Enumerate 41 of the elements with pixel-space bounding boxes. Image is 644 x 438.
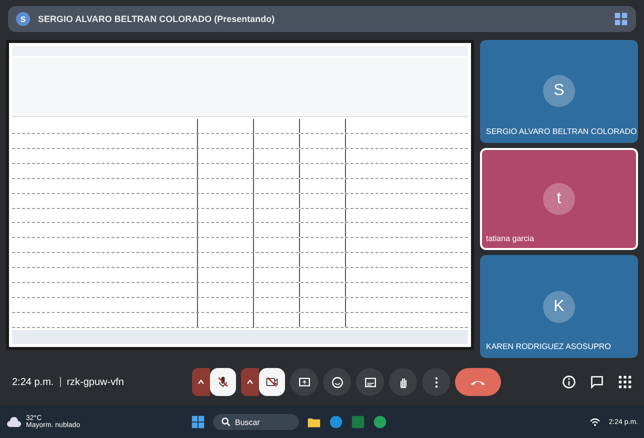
browser-icon[interactable] bbox=[329, 415, 343, 429]
participant-tile[interactable]: t tatiana garcia bbox=[480, 148, 638, 250]
taskbar-search-field[interactable]: Buscar bbox=[213, 414, 299, 430]
present-screen-icon bbox=[298, 376, 310, 388]
options-button[interactable] bbox=[241, 368, 259, 396]
participant-avatar: K bbox=[543, 290, 575, 323]
options-button[interactable] bbox=[192, 368, 210, 396]
presenter-title: SERGIO ALVARO BELTRAN COLORADO (Presentando) bbox=[38, 14, 276, 24]
wifi-icon bbox=[588, 416, 601, 428]
end-call-button[interactable] bbox=[455, 368, 501, 396]
emoji-button[interactable] bbox=[323, 368, 351, 396]
captions-icon bbox=[364, 376, 376, 388]
hand-button[interactable] bbox=[389, 368, 417, 396]
cloud-icon bbox=[6, 414, 22, 430]
meeting-time: 2:24 p.m. bbox=[12, 376, 54, 388]
participant-name: tatiana garcia bbox=[486, 234, 534, 244]
camera-button[interactable] bbox=[259, 368, 285, 396]
apps-grid-icon[interactable] bbox=[618, 375, 632, 389]
windows-start-icon[interactable] bbox=[191, 415, 205, 429]
avatar-icon: S bbox=[16, 12, 30, 26]
captions-button[interactable] bbox=[356, 368, 384, 396]
chat-icon[interactable] bbox=[590, 375, 604, 389]
participant-avatar: t bbox=[543, 183, 575, 215]
participant-tile[interactable]: K KAREN RODRIGUEZ ASOSUPRO bbox=[480, 255, 638, 358]
mic-off-icon bbox=[216, 375, 230, 389]
layout-icon[interactable] bbox=[614, 12, 628, 26]
participant-name: KAREN RODRIGUEZ ASOSUPRO bbox=[486, 342, 611, 352]
camera-off-icon bbox=[265, 375, 279, 389]
chat-app-icon[interactable] bbox=[373, 415, 387, 429]
participant-name: SERGIO ALVARO BELTRAN COLORADO bbox=[486, 126, 637, 136]
info-icon[interactable] bbox=[562, 375, 576, 389]
smiley-icon bbox=[330, 376, 344, 388]
caret-icon bbox=[246, 378, 254, 386]
search-icon bbox=[221, 417, 231, 427]
participant-avatar: S bbox=[543, 75, 575, 108]
mic-button[interactable] bbox=[210, 368, 236, 396]
participant-tile[interactable]: S SERGIO ALVARO BELTRAN COLORADO bbox=[480, 40, 638, 143]
spreadsheet-app-icon[interactable] bbox=[351, 415, 365, 429]
caret-icon bbox=[197, 378, 205, 386]
meeting-code: rzk-gpuw-vfn bbox=[66, 376, 124, 388]
present-button[interactable] bbox=[290, 368, 318, 396]
